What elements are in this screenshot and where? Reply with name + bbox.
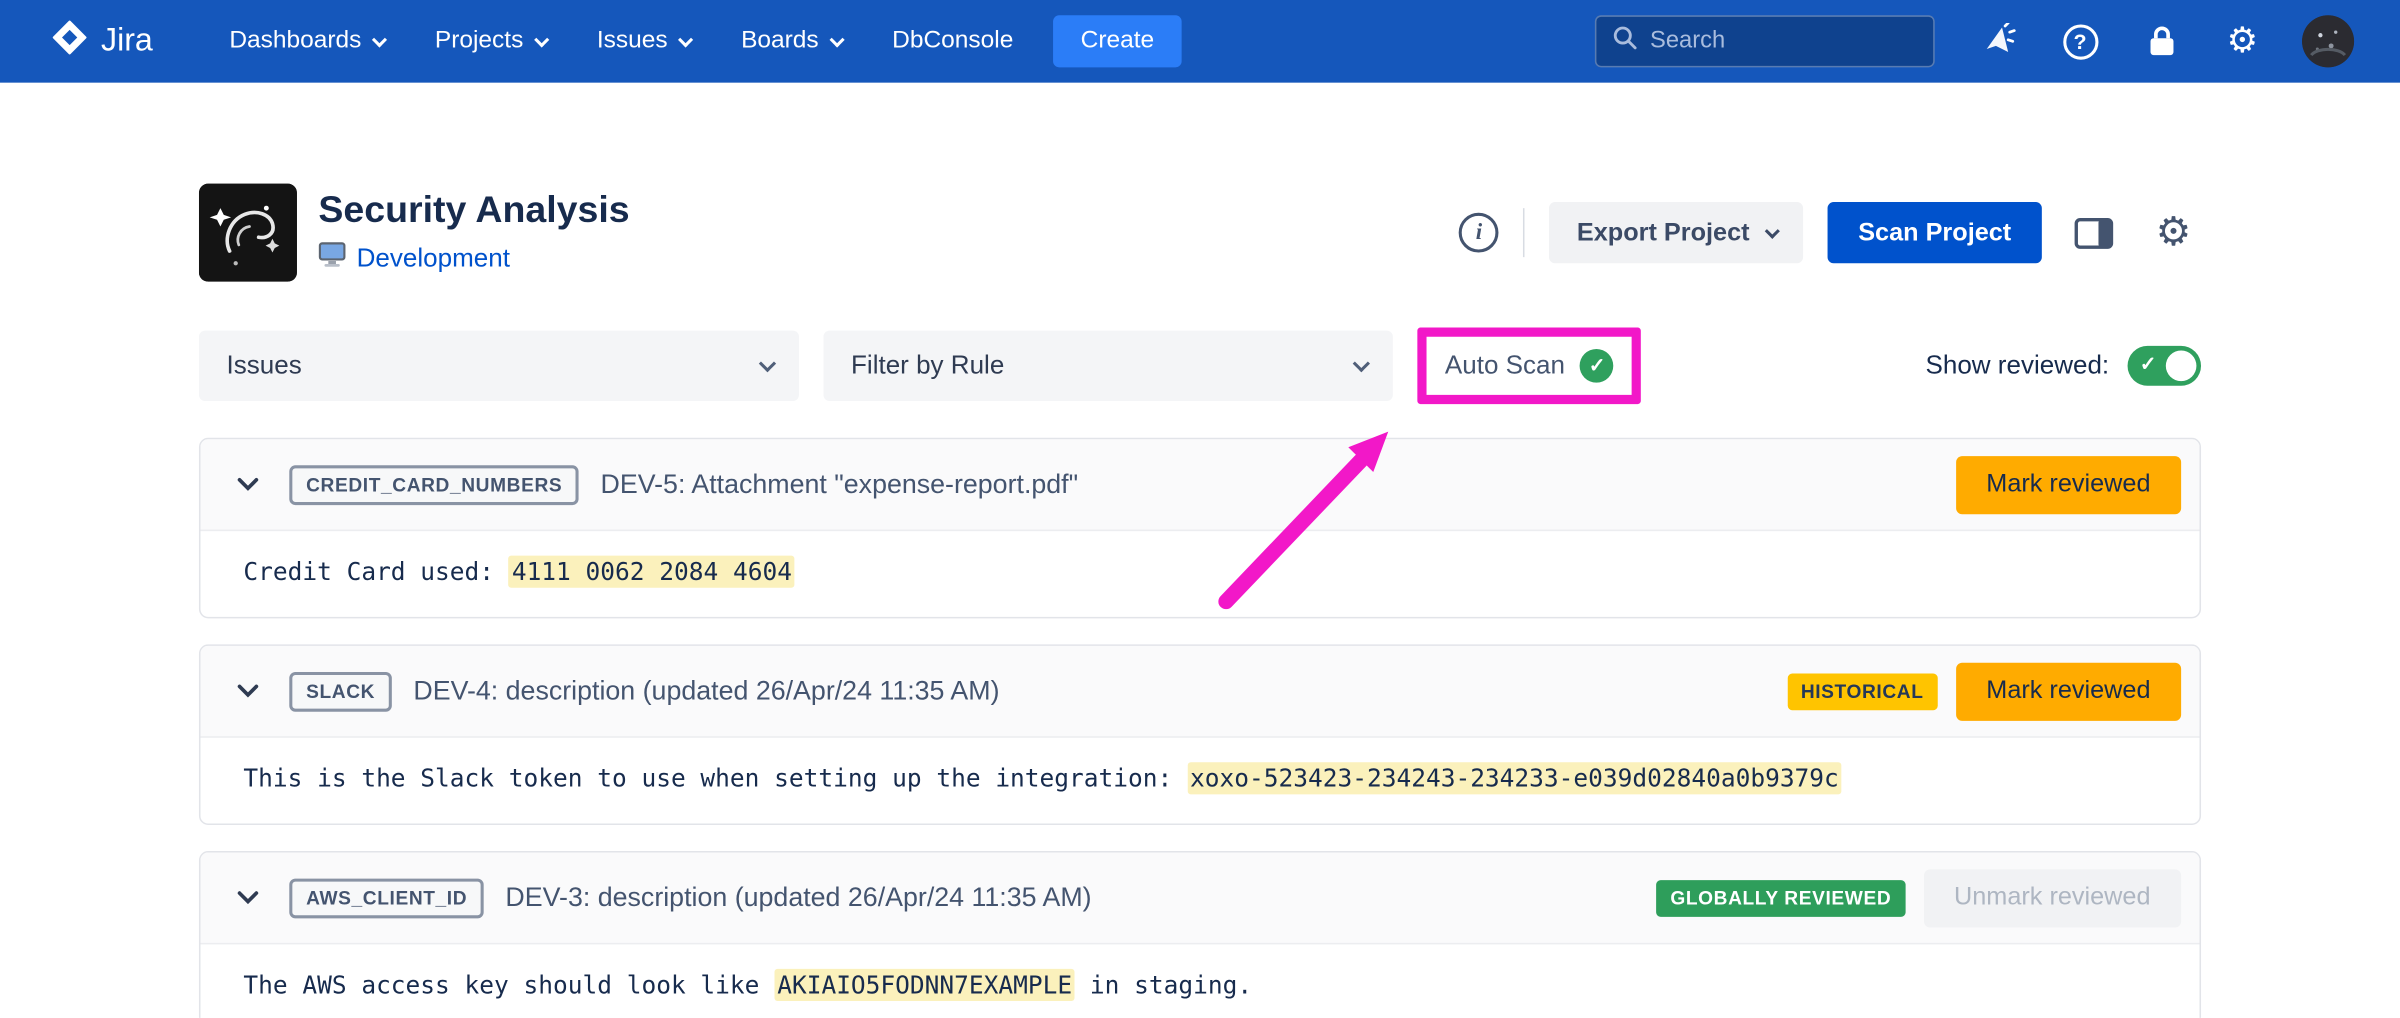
mark-reviewed-button[interactable]: Mark reviewed xyxy=(1956,662,2181,720)
finding-title: DEV-5: Attachment "expense-report.pdf" xyxy=(601,468,1079,500)
user-avatar[interactable] xyxy=(2302,15,2354,67)
finding-title: DEV-3: description (updated 26/Apr/24 11… xyxy=(505,882,1091,914)
page: Jira Dashboards Projects Issues Boards D… xyxy=(0,0,2400,1018)
nav-item-dbconsole[interactable]: DbConsole xyxy=(892,28,1013,56)
rule-filter-dropdown[interactable]: Filter by Rule xyxy=(823,331,1392,401)
finding-text: The AWS access key should look like AKIA… xyxy=(243,969,1252,1001)
nav-item-boards[interactable]: Boards xyxy=(741,28,840,56)
sensitive-token-highlight: xoxo-523423-234243-234233-e039d02840a0b9… xyxy=(1187,762,1842,794)
mark-reviewed-button[interactable]: Mark reviewed xyxy=(1956,455,2181,513)
finding-text: This is the Slack token to use when sett… xyxy=(243,762,1841,794)
unmark-reviewed-button[interactable]: Unmark reviewed xyxy=(1923,869,2181,927)
help-icon[interactable]: ? xyxy=(2059,20,2102,63)
chevron-down-icon xyxy=(1765,223,1780,238)
create-button[interactable]: Create xyxy=(1053,15,1182,67)
toggle-knob xyxy=(2166,351,2197,382)
page-title: Security Analysis xyxy=(318,190,629,233)
nav-item-projects[interactable]: Projects xyxy=(435,28,545,56)
finding-body: The AWS access key should look like AKIA… xyxy=(201,944,2200,1017)
rule-badge: AWS_CLIENT_ID xyxy=(289,878,484,918)
toggle-check-icon: ✓ xyxy=(2140,352,2157,376)
card-header: SLACK DEV-4: description (updated 26/Apr… xyxy=(201,646,2200,738)
show-reviewed-group: Show reviewed: ✓ xyxy=(1925,346,2201,386)
lock-icon[interactable] xyxy=(2140,20,2183,63)
search-icon xyxy=(1612,24,1638,58)
chevron-down-icon xyxy=(372,32,387,47)
top-navbar: Jira Dashboards Projects Issues Boards D… xyxy=(0,0,2400,83)
filter-row: Issues Filter by Rule Auto Scan ✓ Show r… xyxy=(199,328,2201,405)
nav-item-dashboards[interactable]: Dashboards xyxy=(229,28,382,56)
issues-dropdown[interactable]: Issues xyxy=(199,331,799,401)
chevron-down-icon xyxy=(534,32,549,47)
auto-scan-check-icon[interactable]: ✓ xyxy=(1580,349,1614,383)
finding-body: This is the Slack token to use when sett… xyxy=(201,738,2200,824)
project-link-development[interactable]: Development xyxy=(357,243,510,274)
nav-item-issues[interactable]: Issues xyxy=(597,28,689,56)
divider xyxy=(1523,208,1525,257)
card-header: AWS_CLIENT_ID DEV-3: description (update… xyxy=(201,853,2200,945)
project-header: Security Analysis Development i xyxy=(199,184,2201,282)
auto-scan-annotation-box: Auto Scan ✓ xyxy=(1417,328,1641,405)
project-avatar xyxy=(199,184,297,282)
search-input[interactable] xyxy=(1650,28,1918,56)
historical-badge: HISTORICAL xyxy=(1787,673,1937,710)
chevron-down-icon xyxy=(678,32,693,47)
finding-card-dev5: CREDIT_CARD_NUMBERS DEV-5: Attachment "e… xyxy=(199,438,2201,619)
collapse-chevron-icon[interactable] xyxy=(228,465,268,505)
export-project-button[interactable]: Export Project xyxy=(1549,202,1803,263)
settings-icon[interactable]: ⚙ xyxy=(2221,20,2264,63)
rule-badge: CREDIT_CARD_NUMBERS xyxy=(289,465,579,505)
finding-card-dev3: AWS_CLIENT_ID DEV-3: description (update… xyxy=(199,851,2201,1018)
chevron-down-icon xyxy=(759,355,776,372)
announcement-icon[interactable] xyxy=(1978,20,2021,63)
computer-icon xyxy=(318,242,346,276)
collapse-chevron-icon[interactable] xyxy=(228,878,268,918)
nav-menu: Dashboards Projects Issues Boards DbCons… xyxy=(229,28,1013,56)
chevron-down-icon xyxy=(829,32,844,47)
card-header: CREDIT_CARD_NUMBERS DEV-5: Attachment "e… xyxy=(201,439,2200,531)
header-actions: i Export Project Scan Project ⚙ xyxy=(1459,202,2201,263)
details-panel-icon[interactable] xyxy=(2066,205,2121,260)
globally-reviewed-badge: GLOBALLY REVIEWED xyxy=(1657,879,1905,916)
jira-logo[interactable]: Jira xyxy=(51,18,153,65)
collapse-chevron-icon[interactable] xyxy=(228,671,268,711)
auto-scan-label: Auto Scan xyxy=(1445,351,1565,382)
sensitive-token-highlight: 4111 0062 2084 4604 xyxy=(509,556,795,588)
nav-icons: ? ⚙ xyxy=(1978,15,2355,67)
project-breadcrumb: Development xyxy=(318,242,629,276)
project-settings-icon[interactable]: ⚙ xyxy=(2146,205,2201,260)
show-reviewed-toggle[interactable]: ✓ xyxy=(2128,346,2201,386)
finding-body: Credit Card used: 4111 0062 2084 4604 xyxy=(201,531,2200,617)
rule-badge: SLACK xyxy=(289,671,392,711)
project-title-block: Security Analysis Development xyxy=(318,190,629,276)
findings-list: CREDIT_CARD_NUMBERS DEV-5: Attachment "e… xyxy=(199,438,2201,1018)
chevron-down-icon xyxy=(1353,355,1370,372)
finding-card-dev4: SLACK DEV-4: description (updated 26/Apr… xyxy=(199,644,2201,825)
jira-mark-icon xyxy=(51,18,89,65)
jira-brand-text: Jira xyxy=(101,23,153,60)
sensitive-token-highlight: AKIAIO5FODNN7EXAMPLE xyxy=(774,969,1075,1001)
finding-title: DEV-4: description (updated 26/Apr/24 11… xyxy=(413,675,999,707)
scan-project-button[interactable]: Scan Project xyxy=(1828,202,2042,263)
finding-text: Credit Card used: 4111 0062 2084 4604 xyxy=(243,556,795,588)
show-reviewed-label: Show reviewed: xyxy=(1925,351,2109,382)
info-icon[interactable]: i xyxy=(1459,213,1499,253)
nav-search xyxy=(1595,15,1935,67)
main-content: Security Analysis Development i xyxy=(0,184,2400,1018)
